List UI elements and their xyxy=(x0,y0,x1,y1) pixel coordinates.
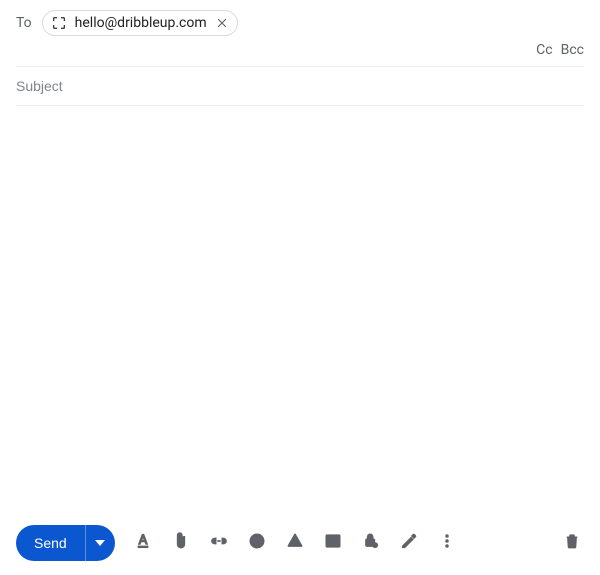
pen-icon xyxy=(399,531,419,555)
remove-recipient-button[interactable] xyxy=(213,14,231,32)
contact-avatar-icon xyxy=(49,13,69,33)
message-body[interactable] xyxy=(16,106,584,515)
formatting-toolbar xyxy=(131,531,459,555)
send-button-group: Send xyxy=(16,525,115,561)
link-icon xyxy=(209,531,229,555)
paperclip-icon xyxy=(171,531,191,555)
recipient-chip[interactable]: hello@dribbleup.com xyxy=(42,10,238,36)
image-icon xyxy=(323,531,343,555)
trash-icon xyxy=(563,532,581,554)
insert-emoji-button[interactable] xyxy=(245,531,269,555)
more-vert-icon xyxy=(437,531,457,555)
send-button[interactable]: Send xyxy=(16,525,85,561)
attach-files-button[interactable] xyxy=(169,531,193,555)
lock-clock-icon xyxy=(361,531,381,555)
confidential-mode-button[interactable] xyxy=(359,531,383,555)
subject-input[interactable] xyxy=(16,67,584,105)
drive-icon xyxy=(285,531,305,555)
insert-link-button[interactable] xyxy=(207,531,231,555)
bcc-button[interactable]: Bcc xyxy=(561,42,584,58)
more-options-button[interactable] xyxy=(435,531,459,555)
to-field-row: To hello@dribbleup.com xyxy=(16,0,584,42)
discard-draft-button[interactable] xyxy=(560,531,584,555)
insert-signature-button[interactable] xyxy=(397,531,421,555)
subject-row xyxy=(16,67,584,106)
insert-photo-button[interactable] xyxy=(321,531,345,555)
recipient-email: hello@dribbleup.com xyxy=(75,15,207,31)
compose-window: To hello@dribbleup.com Cc Bcc Send xyxy=(0,0,600,575)
send-options-button[interactable] xyxy=(85,525,115,561)
insert-drive-button[interactable] xyxy=(283,531,307,555)
emoji-icon xyxy=(247,531,267,555)
cc-bcc-row: Cc Bcc xyxy=(16,42,584,67)
text-format-icon xyxy=(133,531,153,555)
formatting-options-button[interactable] xyxy=(131,531,155,555)
cc-button[interactable]: Cc xyxy=(536,42,552,58)
chevron-down-icon xyxy=(95,536,105,551)
compose-toolbar: Send xyxy=(16,515,584,575)
to-label: To xyxy=(16,15,32,31)
